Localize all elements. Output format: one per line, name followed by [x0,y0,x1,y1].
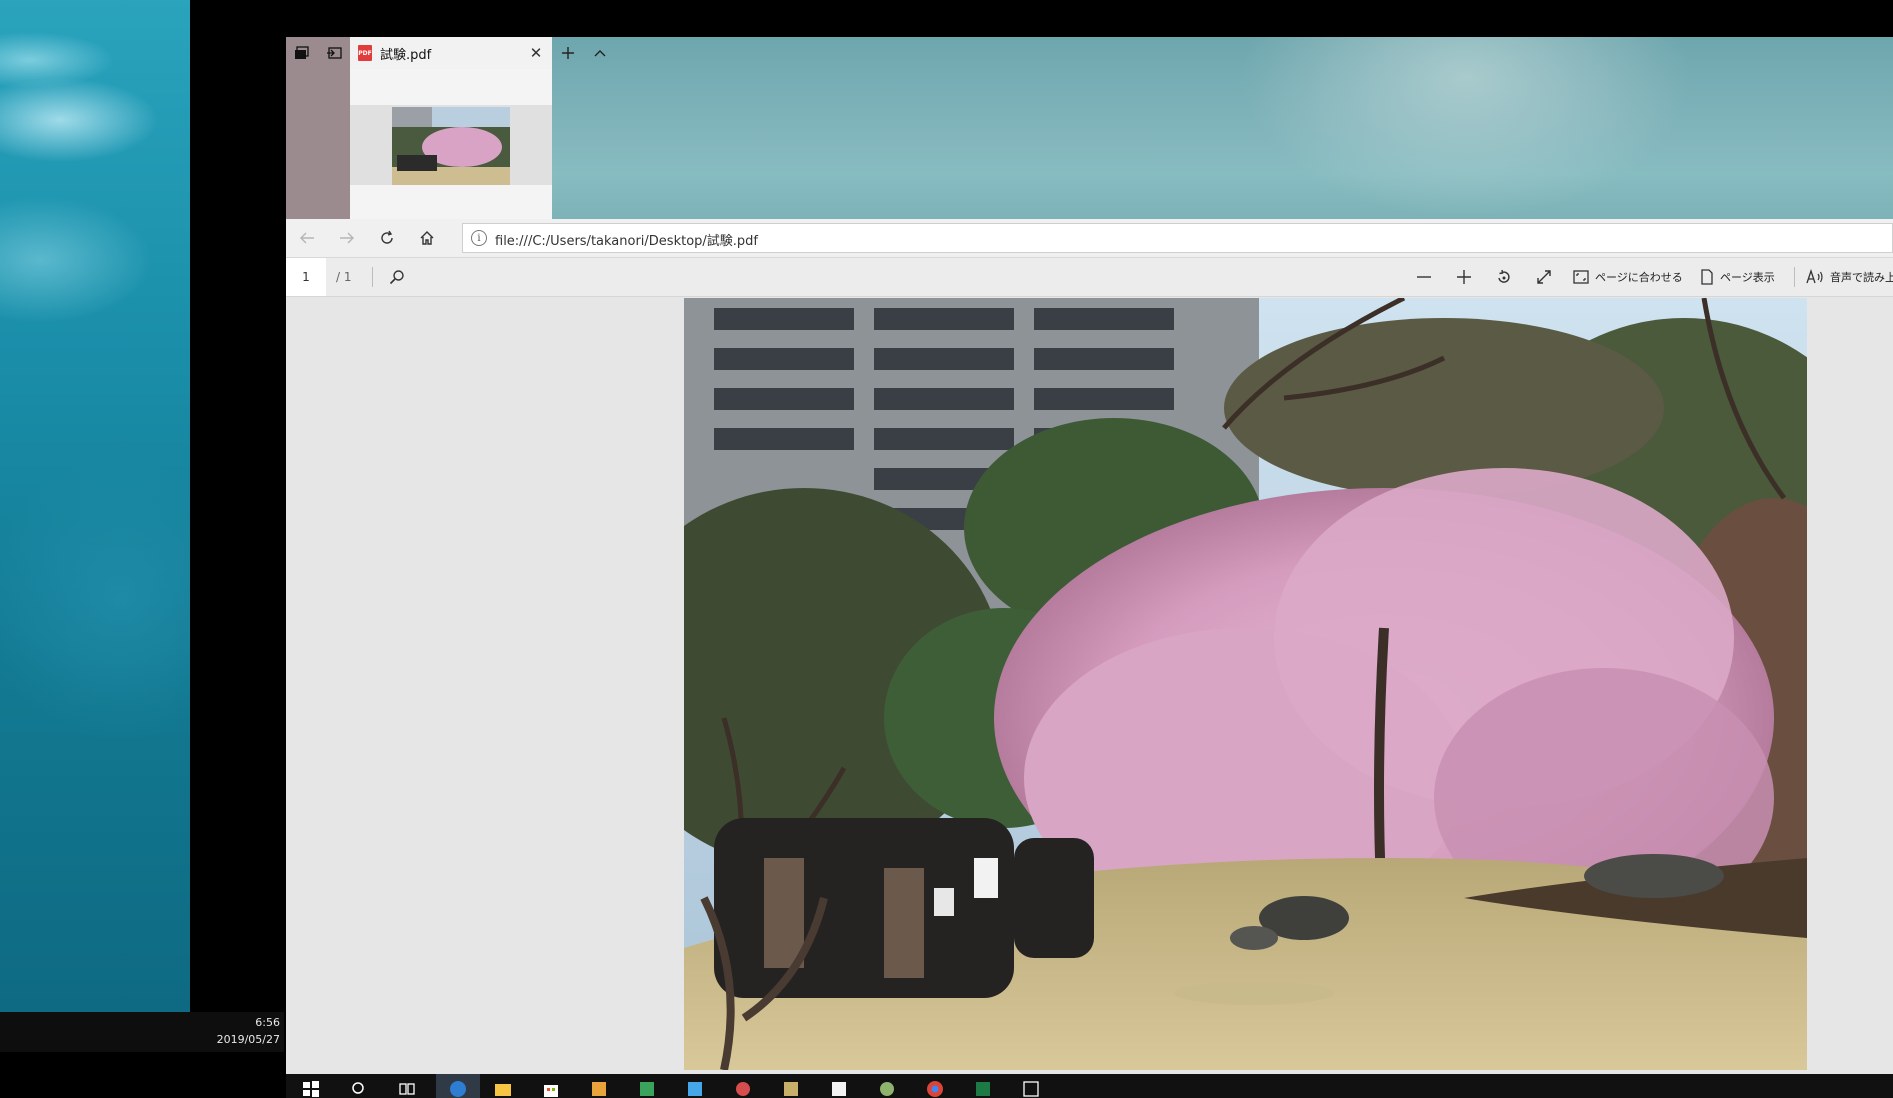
refresh-button[interactable] [370,222,404,254]
expand-icon [1537,270,1551,284]
tab-rail [286,37,350,219]
page-view-button[interactable]: ページ表示 [1700,262,1775,292]
tabs-aside-icon [327,47,342,59]
search-icon [352,1082,364,1094]
read-aloud-button[interactable]: 音声で読み上げ [1806,262,1893,292]
store-icon [544,1085,558,1097]
windows-start-icon [303,1081,319,1097]
app-icon [880,1082,894,1096]
clock-date: 2019/05/27 [216,1033,280,1046]
app-icon [592,1082,606,1096]
pdf-page [684,298,1807,1070]
tab-title: 試験.pdf [380,48,432,63]
chevron-up-icon [594,50,606,57]
forward-button[interactable] [330,222,364,254]
file-explorer-icon [495,1084,511,1096]
rotate-icon [1498,269,1510,283]
set-aside-tabs-button[interactable] [286,37,318,69]
url-text: file:///C:/Users/takanori/Desktop/試験.pdf [495,234,759,249]
address-bar-row: i file:///C:/Users/takanori/Desktop/試験.p… [286,219,1893,258]
page-number-input[interactable]: 1 [286,258,326,296]
read-aloud-label: 音声で読み上げ [1830,271,1893,284]
browser-tab[interactable]: PDF 試験.pdf ✕ [350,37,552,219]
tab-bar: PDF 試験.pdf ✕ [286,37,1893,219]
read-aloud-icon [1806,269,1823,284]
home-icon [420,231,434,245]
hide-tab-previews-button[interactable] [584,37,616,69]
photos-icon [1023,1081,1039,1097]
fit-to-page-button[interactable]: ページに合わせる [1573,262,1683,292]
desktop-wallpaper [0,0,190,1012]
info-icon[interactable]: i [471,230,487,246]
page-icon [1701,269,1713,285]
tabs-aside-button[interactable] [318,37,350,69]
cherry-blossom-photo [684,298,1807,1070]
pdf-viewer[interactable] [286,297,1893,1074]
toolbar-divider [372,267,373,287]
task-view-icon [399,1083,415,1095]
tab-preview [350,105,552,185]
new-tab-button[interactable] [552,37,584,69]
url-field[interactable]: i file:///C:/Users/takanori/Desktop/試験.p… [462,223,1893,253]
page-total: / 1 [336,270,352,284]
app-icon [832,1082,846,1096]
rotate-button[interactable] [1488,262,1520,292]
tab-stack-icon [295,46,309,59]
fullscreen-button[interactable] [1528,262,1560,292]
tab-header: PDF 試験.pdf ✕ [350,37,552,69]
clock-panel: 6:56 2019/05/27 [0,1012,284,1052]
edge-taskbar-button[interactable] [436,1074,480,1098]
back-arrow-icon [300,232,314,244]
app-icon [784,1082,798,1096]
search-icon [389,270,404,285]
find-button[interactable] [382,262,412,292]
chrome-icon [927,1081,943,1097]
zoom-in-button[interactable] [1448,262,1480,292]
tab-preview-thumbnail [392,107,510,185]
pdf-file-icon: PDF [358,45,372,61]
page-view-label: ページ表示 [1720,271,1775,284]
home-button[interactable] [410,222,444,254]
pdf-toolbar: 1 / 1 ページに合わせる ページ表示 音声で読み上げ [286,258,1893,297]
clock-time: 6:56 [255,1016,280,1029]
close-icon[interactable]: ✕ [526,43,546,63]
minus-icon [1417,276,1431,278]
fit-to-page-label: ページに合わせる [1595,271,1683,284]
toolbar-divider [1794,267,1795,287]
plus-icon [1457,270,1471,284]
edge-icon [450,1081,466,1097]
app-icon [688,1082,702,1096]
zoom-out-button[interactable] [1408,262,1440,292]
forward-arrow-icon [340,232,354,244]
fit-page-icon [1573,270,1589,284]
taskbar [286,1074,1893,1098]
excel-icon [640,1082,654,1096]
plus-icon [562,47,574,59]
refresh-icon [381,230,393,244]
excel-icon [976,1082,990,1096]
app-icon [736,1082,750,1096]
browser-window: PDF 試験.pdf ✕ i file:///C:/Users/takanori… [286,37,1893,1074]
back-button[interactable] [290,222,324,254]
